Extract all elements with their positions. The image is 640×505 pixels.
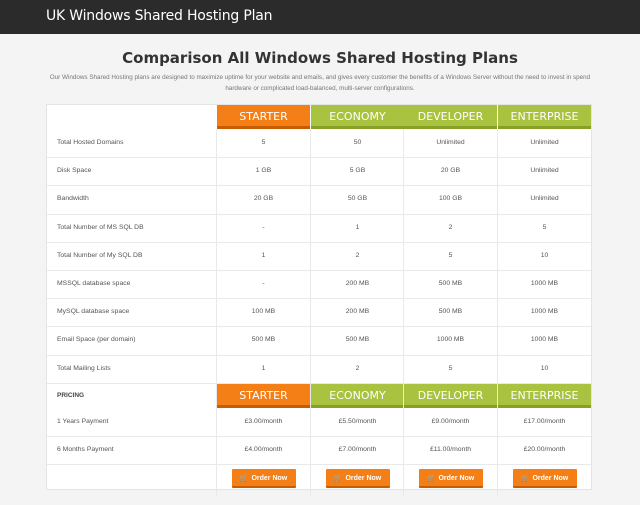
price-value: £4.00/month xyxy=(244,446,283,453)
order-now-button-economy[interactable]: 🛒 Order Now xyxy=(325,469,390,489)
feature-value: 200 MB xyxy=(345,308,370,316)
feature-value: - xyxy=(262,280,265,287)
feature-value: Unlimited xyxy=(530,139,559,146)
feature-value: 1000 MB xyxy=(530,336,559,344)
plan-header-economy: ECONOMY xyxy=(311,105,404,129)
feature-label: Email Space (per domain) xyxy=(57,336,136,344)
feature-value: 1 xyxy=(261,364,266,372)
feature-value: 10 xyxy=(540,251,549,259)
feature-value: 500 MB xyxy=(438,308,463,316)
feature-value: Unlimited xyxy=(436,139,465,146)
plan-header-enterprise: ENTERPRISE xyxy=(498,105,591,129)
price-value: £7.00/month xyxy=(338,446,377,453)
order-now-button-developer[interactable]: 🛒 Order Now xyxy=(418,469,483,489)
feature-value: 100 MB xyxy=(251,308,276,316)
feature-value: 5 xyxy=(448,364,453,372)
column-divider xyxy=(310,129,311,497)
pricing-header-economy: ECONOMY xyxy=(311,383,404,408)
feature-value: 20 GB xyxy=(253,195,274,203)
order-now-button-starter[interactable]: 🛒 Order Now xyxy=(231,469,296,489)
feature-value: 20 GB xyxy=(440,167,461,175)
order-now-button-enterprise[interactable]: 🛒 Order Now xyxy=(512,469,577,489)
price-value: £11.00/month xyxy=(429,446,472,453)
feature-value: 5 xyxy=(261,139,266,146)
feature-label: Total Hosted Domains xyxy=(57,139,124,146)
page-header-title: UK Windows Shared Hosting Plan xyxy=(46,8,273,24)
pricing-row-label: 1 Years Payment xyxy=(57,417,109,425)
feature-label: MSSQL database space xyxy=(57,280,131,287)
feature-value: 1000 MB xyxy=(530,308,559,316)
feature-label: Total Number of MS SQL DB xyxy=(57,223,144,231)
price-value: £9.00/month xyxy=(431,417,470,425)
price-value: £17.00/month xyxy=(523,417,566,425)
feature-value: 10 xyxy=(540,364,549,372)
row-divider xyxy=(47,464,591,466)
feature-value: Unlimited xyxy=(530,195,559,203)
price-value: £3.00/month xyxy=(244,417,283,425)
pricing-header-starter: STARTER xyxy=(217,383,310,408)
feature-value: 1 xyxy=(261,251,266,259)
feature-value: 2 xyxy=(355,251,360,259)
pricing-row-label: 6 Months Payment xyxy=(57,446,114,453)
order-now-label: Order Now xyxy=(438,475,475,483)
price-value: £20.00/month xyxy=(523,446,566,453)
column-divider xyxy=(403,129,404,497)
top-bar: UK Windows Shared Hosting Plan xyxy=(0,0,640,34)
shopping-cart-icon: 🛒 xyxy=(520,474,530,483)
feature-value: 1000 MB xyxy=(530,280,559,287)
feature-label: MySQL database space xyxy=(57,308,130,316)
feature-label: Bandwidth xyxy=(57,195,89,203)
feature-value: 1 GB xyxy=(255,167,272,175)
column-divider xyxy=(497,129,498,497)
price-value: £5.50/month xyxy=(338,417,377,425)
feature-label: Disk Space xyxy=(57,167,92,175)
feature-value: 50 xyxy=(353,139,362,146)
feature-value: 500 MB xyxy=(251,336,276,344)
order-now-label: Order Now xyxy=(251,475,288,483)
feature-value: 5 xyxy=(542,223,547,231)
feature-value: 2 xyxy=(355,364,360,372)
feature-value: 200 MB xyxy=(345,280,370,287)
comparison-table: STARTER ECONOMY DEVELOPER ENTERPRISE Total H… xyxy=(46,104,592,497)
feature-value: 100 GB xyxy=(438,195,463,203)
feature-value: 2 xyxy=(448,223,453,231)
page-title: Comparison All Windows Shared Hosting Pl… xyxy=(122,49,518,67)
feature-value: Unlimited xyxy=(530,167,559,175)
feature-value: 5 GB xyxy=(349,167,366,175)
feature-label: Total Mailing Lists xyxy=(57,364,111,372)
feature-label: Total Number of My SQL DB xyxy=(57,251,143,259)
shopping-cart-icon: 🛒 xyxy=(333,474,343,483)
feature-value: 5 xyxy=(448,251,453,259)
order-now-label: Order Now xyxy=(345,475,382,483)
pricing-header-enterprise: ENTERPRISE xyxy=(498,383,591,408)
column-divider xyxy=(216,129,217,497)
pricing-label: PRICING xyxy=(57,391,85,399)
intro-text: Our Windows Shared Hosting plans are des… xyxy=(49,74,591,92)
shopping-cart-icon: 🛒 xyxy=(239,474,249,483)
feature-value: 500 MB xyxy=(345,336,370,344)
order-now-label: Order Now xyxy=(532,475,569,483)
feature-value: 500 MB xyxy=(438,280,463,287)
feature-value: - xyxy=(262,223,265,231)
shopping-cart-icon: 🛒 xyxy=(426,474,436,483)
feature-value: 1000 MB xyxy=(436,336,465,344)
plan-header-developer: DEVELOPER xyxy=(404,105,497,129)
pricing-header-developer: DEVELOPER xyxy=(404,383,497,408)
feature-value: 50 GB xyxy=(347,195,368,203)
feature-value: 1 xyxy=(355,223,360,231)
plan-header-starter: STARTER xyxy=(217,105,310,129)
